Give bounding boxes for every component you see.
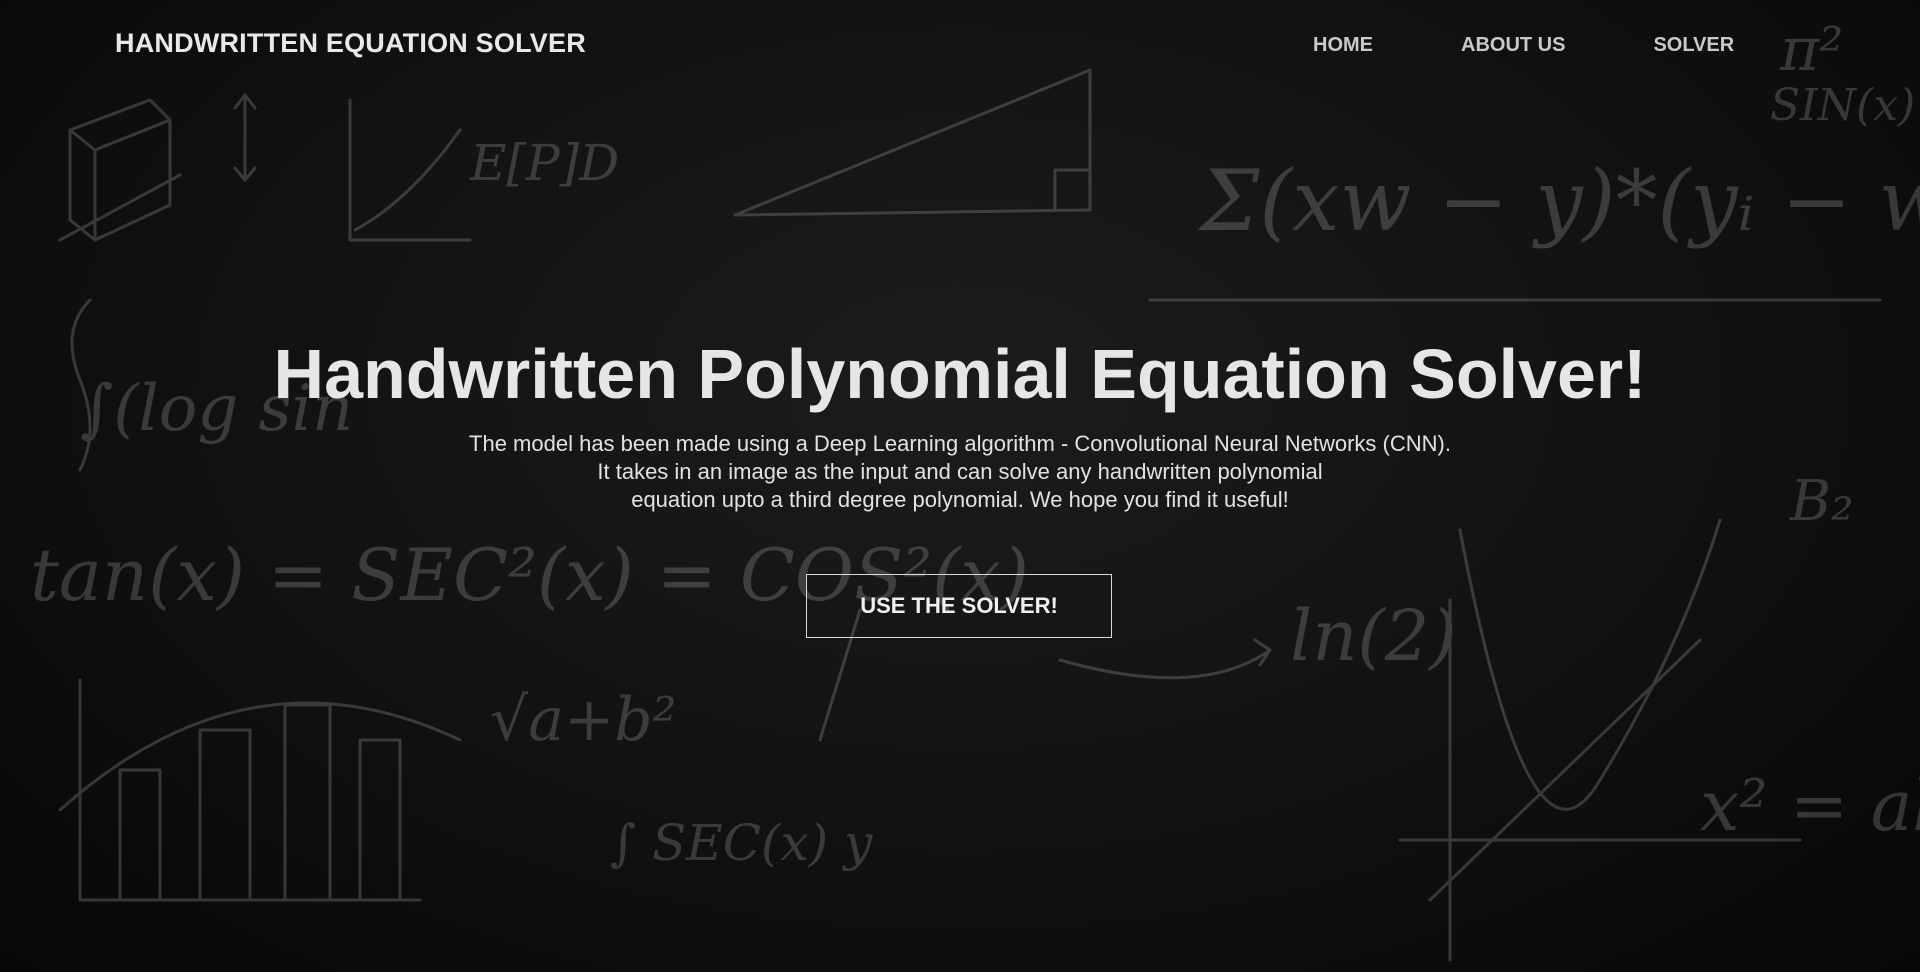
use-solver-button[interactable]: USE THE SOLVER! xyxy=(806,574,1112,638)
page: tan(x) = SEC²(x) = COS²(x) Σ(xw − y)*(yᵢ… xyxy=(0,0,1920,972)
nav-home-link[interactable]: HOME xyxy=(1313,34,1373,57)
hero-description-line: equation upto a third degree polynomial.… xyxy=(631,487,1289,512)
line-doodle xyxy=(1398,598,1802,962)
formula-x2-doodle: x² = ab³ xyxy=(1700,765,1920,847)
hero-description-line: The model has been made using a Deep Lea… xyxy=(469,431,1451,456)
formula-epd-doodle: E[P]D xyxy=(469,134,619,192)
parabola-doodle xyxy=(1458,518,1722,811)
site-header: HANDWRITTEN EQUATION SOLVER HOME ABOUT U… xyxy=(0,0,1920,90)
formula-sqrt-doodle: √a+b² xyxy=(490,685,677,755)
axis-doodle xyxy=(348,98,472,242)
formula-sum-doodle: Σ(xw − y)*(yᵢ − w) xyxy=(1197,152,1920,250)
hero-description: The model has been made using a Deep Lea… xyxy=(0,430,1920,514)
hero-description-line: It takes in an image as the input and ca… xyxy=(597,459,1323,484)
hero-title: Handwritten Polynomial Equation Solver! xyxy=(273,335,1647,413)
nav-solver-link[interactable]: SOLVER xyxy=(1653,34,1734,57)
main-nav: HOME ABOUT US SOLVER xyxy=(1313,34,1734,57)
triangle-doodle xyxy=(733,68,1092,217)
cube-doodle xyxy=(58,98,182,242)
site-brand[interactable]: HANDWRITTEN EQUATION SOLVER xyxy=(115,28,586,59)
formula-ln-doodle: ln(2) xyxy=(1290,595,1457,677)
nav-about-us-link[interactable]: ABOUT US xyxy=(1461,34,1565,57)
arrow-doodle xyxy=(233,93,257,182)
bar-chart-doodle xyxy=(58,678,462,902)
formula-sec-doodle: ∫ SEC(x) y xyxy=(610,814,873,872)
